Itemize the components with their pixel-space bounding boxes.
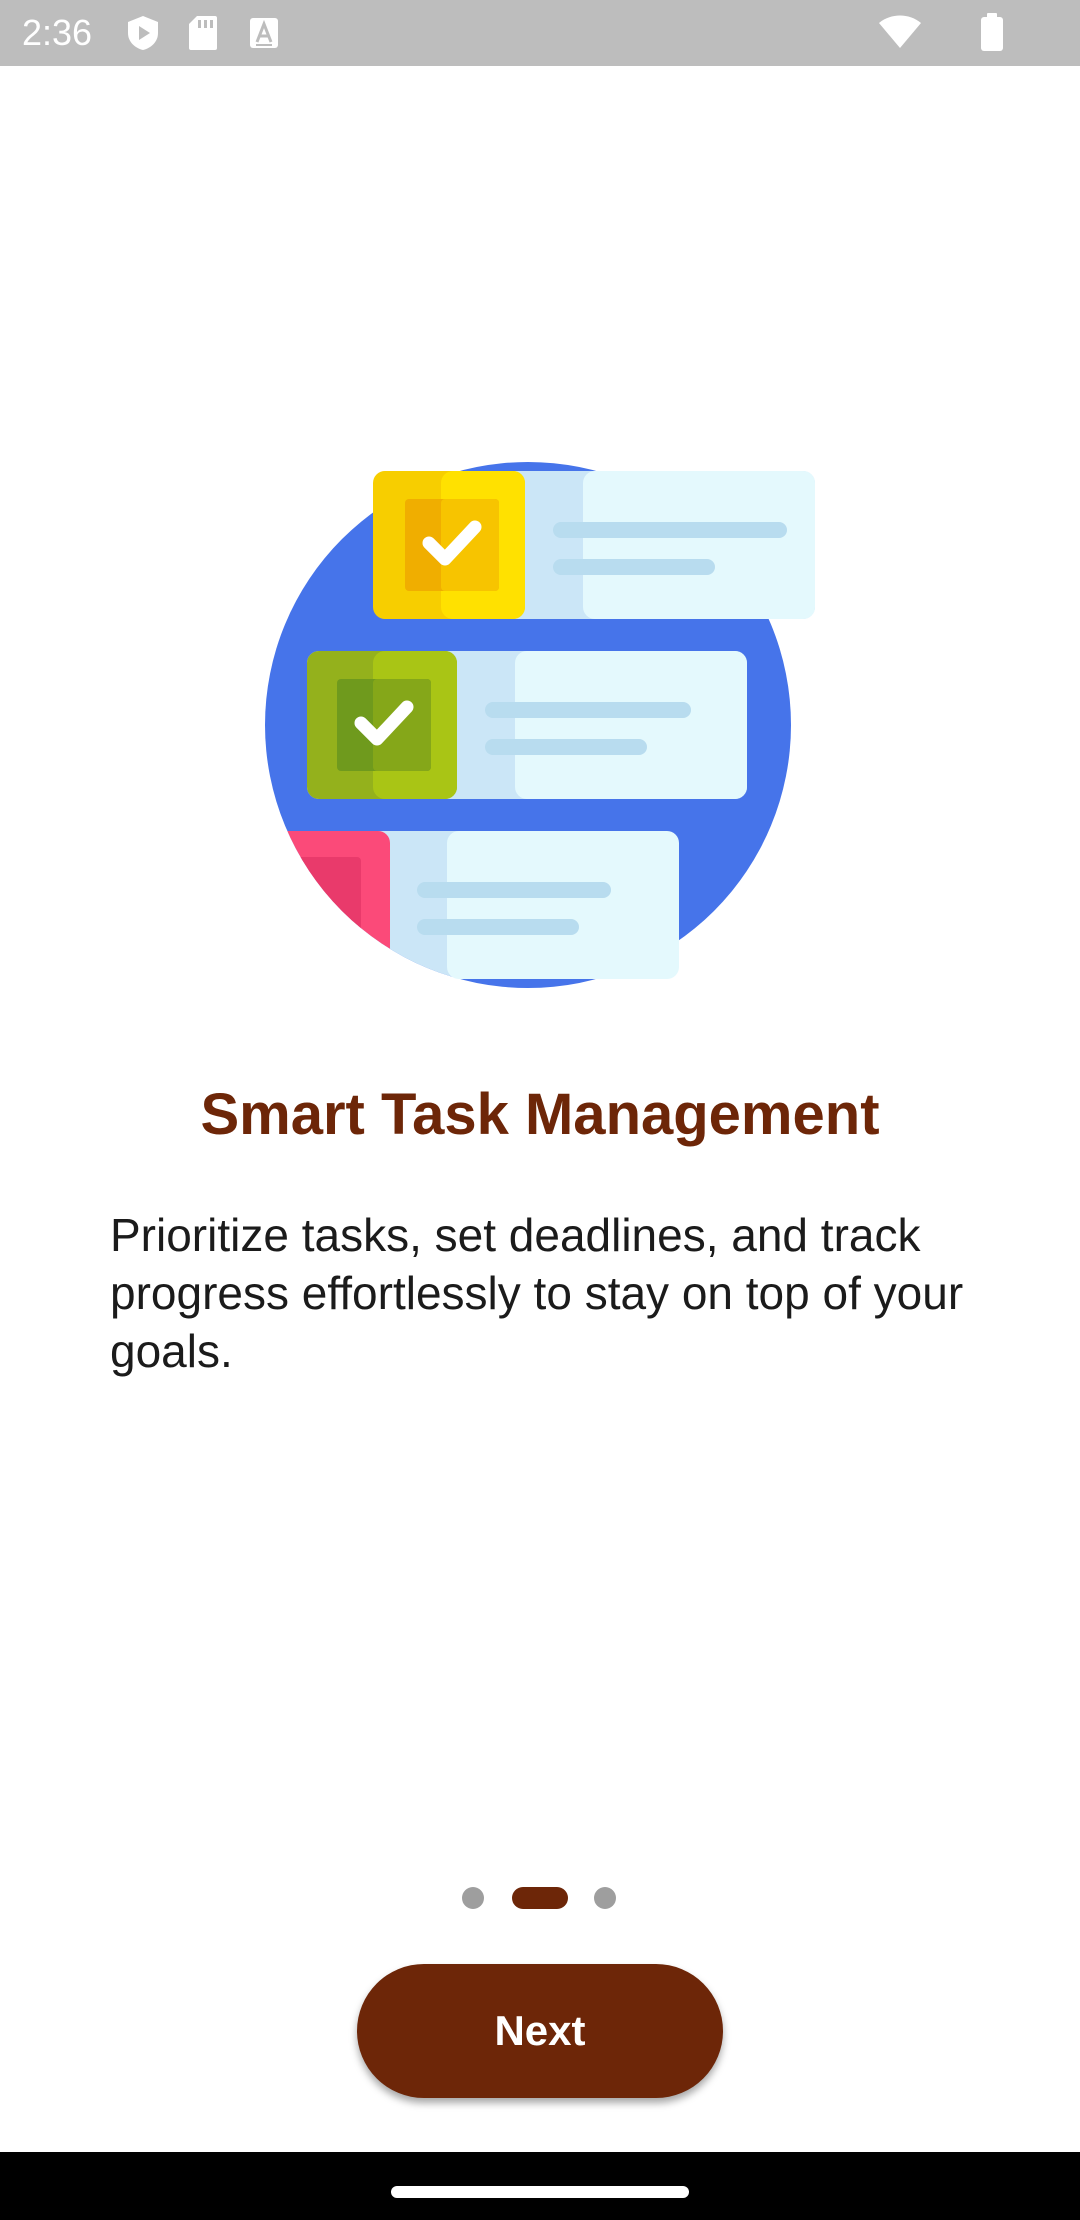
- onboarding-title: Smart Task Management: [200, 1082, 880, 1147]
- page-dot-1[interactable]: [462, 1887, 484, 1909]
- play-protect-icon: [126, 15, 160, 56]
- status-time: 2:36: [22, 12, 93, 53]
- navigation-bar: [0, 2152, 1080, 2220]
- next-button[interactable]: Next: [357, 1964, 723, 2098]
- task-checklist-illustration: [255, 455, 825, 995]
- text-a-icon: [248, 15, 280, 56]
- page-dot-2-active[interactable]: [512, 1887, 568, 1909]
- status-bar: 2:36: [0, 0, 1080, 66]
- sd-card-icon: [188, 15, 218, 56]
- page-indicator: [0, 1886, 1080, 1909]
- wifi-icon: [878, 14, 922, 55]
- home-gesture-handle[interactable]: [391, 2186, 689, 2198]
- page-dot-3[interactable]: [594, 1887, 616, 1909]
- battery-icon: [980, 13, 1004, 56]
- onboarding-description: Prioritize tasks, set deadlines, and tra…: [110, 1209, 964, 1377]
